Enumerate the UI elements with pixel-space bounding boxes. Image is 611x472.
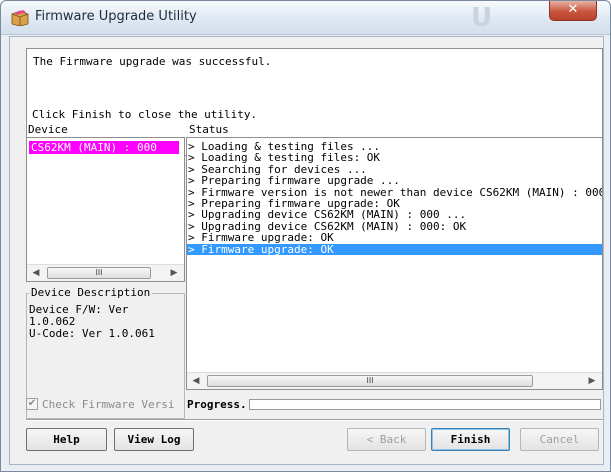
close-icon: ✕: [567, 2, 579, 17]
status-line[interactable]: > Searching for devices ...: [187, 164, 602, 175]
firmware-upgrade-window: Firmware Upgrade Utility U ✕ The Firmwar…: [0, 0, 611, 472]
device-label: Device: [28, 123, 68, 136]
check-firmware-label: Check Firmware Versi: [42, 398, 175, 411]
status-line[interactable]: > Upgrading device CS62KM (MAIN) : 000 .…: [187, 209, 602, 220]
finish-hint: Click Finish to close the utility.: [32, 108, 258, 121]
status-line[interactable]: > Loading & testing files: OK: [187, 152, 602, 163]
finish-button[interactable]: Finish: [431, 428, 510, 451]
view-log-button[interactable]: View Log: [114, 428, 194, 451]
scroll-left-icon[interactable]: ◀: [28, 265, 44, 281]
client-area: The Firmware upgrade was successful. Cli…: [9, 36, 604, 465]
status-line[interactable]: > Firmware version is not newer than dev…: [187, 187, 602, 198]
status-list-scrollbar[interactable]: ◀ III ▶: [187, 372, 602, 389]
status-scroll-right-icon[interactable]: ▶: [584, 373, 600, 389]
check-firmware-checkbox[interactable]: ✔: [26, 398, 38, 410]
app-icon: [11, 10, 29, 26]
device-description-legend: Device Description: [29, 286, 153, 299]
device-list-scrollbar[interactable]: ◀ III ▶: [27, 264, 184, 281]
close-button[interactable]: ✕: [549, 1, 597, 21]
status-label: Status: [189, 123, 229, 136]
progress-bar: [249, 399, 601, 410]
title-ghost-decoration: U: [471, 3, 494, 33]
status-line[interactable]: > Firmware upgrade: OK: [187, 232, 602, 243]
status-line[interactable]: > Preparing firmware upgrade ...: [187, 175, 602, 186]
window-title: Firmware Upgrade Utility: [35, 9, 197, 24]
status-line[interactable]: > Firmware upgrade: OK: [187, 243, 602, 255]
status-scroll-left-icon[interactable]: ◀: [188, 373, 204, 389]
back-button[interactable]: < Back: [347, 428, 426, 451]
device-item-selected[interactable]: CS62KM (MAIN) : 000: [29, 141, 179, 154]
checkmark-icon: ✔: [27, 398, 37, 409]
button-separator: [26, 419, 603, 421]
help-button[interactable]: Help: [26, 428, 107, 451]
title-bar[interactable]: Firmware Upgrade Utility U ✕: [1, 1, 610, 35]
success-message: The Firmware upgrade was successful.: [33, 55, 272, 68]
status-line[interactable]: > Loading & testing files ...: [187, 141, 602, 152]
scroll-thumb[interactable]: III: [47, 267, 151, 279]
device-list[interactable]: CS62KM (MAIN) : 000 ◀ III ▶: [26, 137, 185, 282]
cancel-button[interactable]: Cancel: [520, 428, 599, 451]
status-line[interactable]: > Upgrading device CS62KM (MAIN) : 000: …: [187, 221, 602, 232]
status-line[interactable]: > Preparing firmware upgrade: OK: [187, 198, 602, 209]
device-description-text: Device F/W: Ver 1.0.062 U-Code: Ver 1.0.…: [29, 303, 155, 340]
progress-label: Progress.: [187, 398, 247, 411]
progress-row: ✔ Check Firmware Versi Progress.: [26, 397, 603, 413]
status-scroll-thumb[interactable]: III: [207, 375, 533, 387]
status-log-list[interactable]: > Loading & testing files ... > Loading &…: [186, 137, 603, 390]
scroll-right-icon[interactable]: ▶: [166, 265, 182, 281]
